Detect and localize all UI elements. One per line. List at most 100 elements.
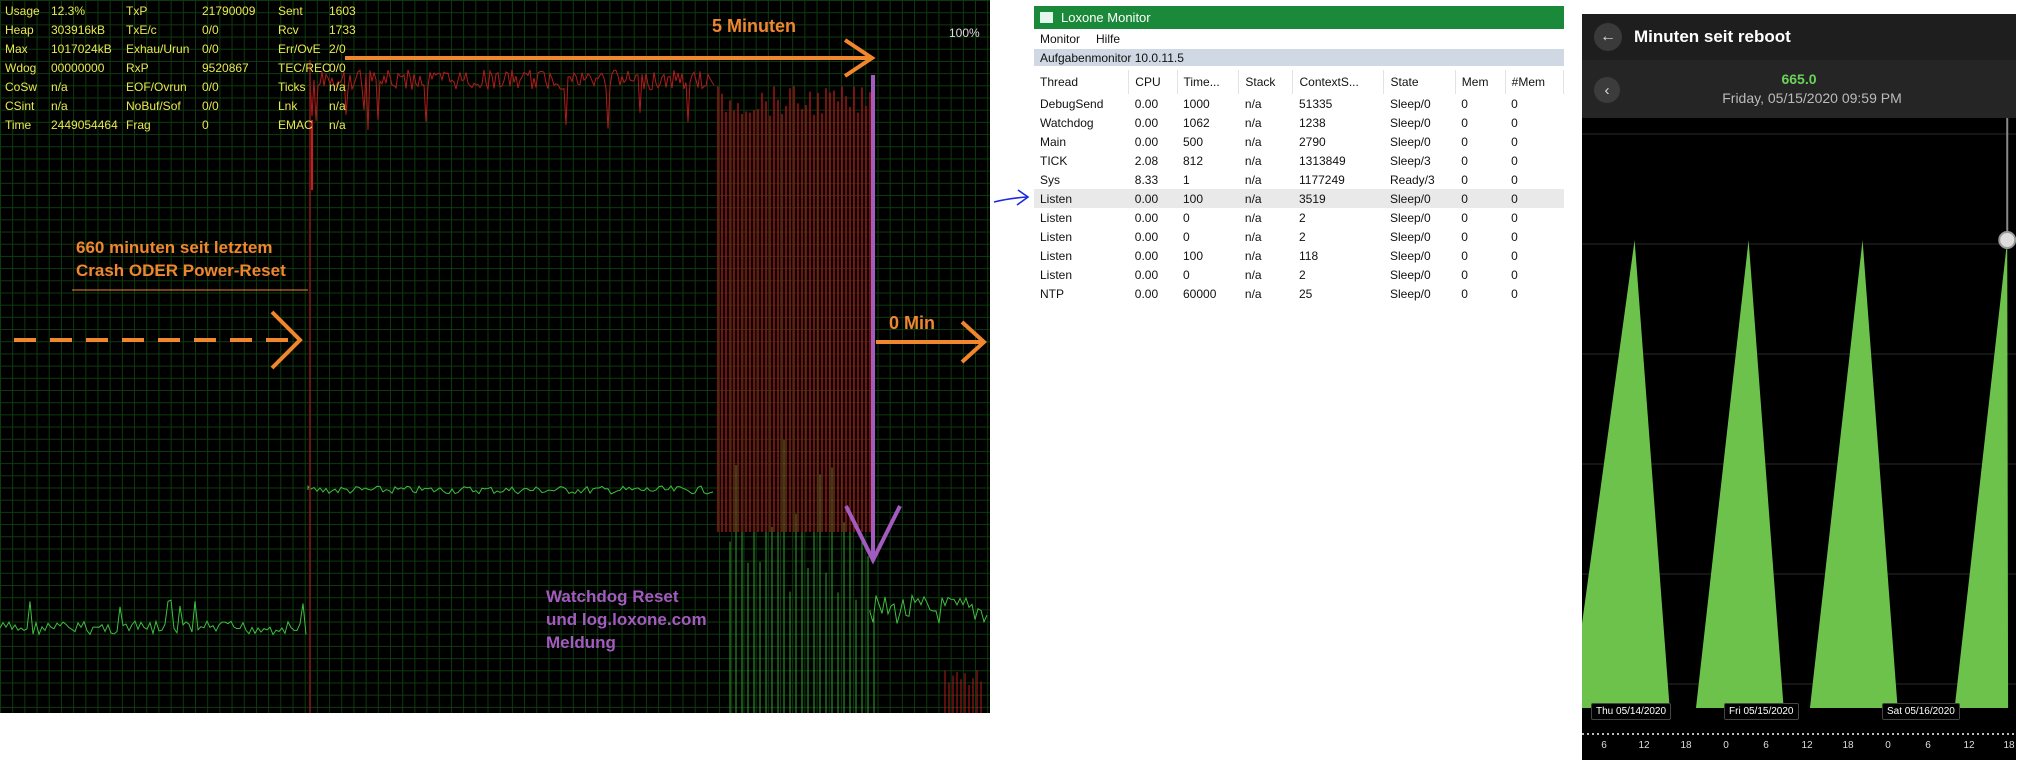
table-cell: n/a (1244, 153, 1262, 168)
x-tick-label: 12 (1801, 740, 1813, 751)
table-row[interactable]: Listen 0.00 0 n/a 2 Sleep/0 0 0 (1034, 265, 1564, 284)
table-cell: Sleep/0 (1389, 115, 1431, 130)
window-titlebar: Loxone Monitor (1034, 6, 1564, 29)
stat-cell: CSint (5, 99, 35, 113)
table-row[interactable]: NTP 0.00 60000 n/a 25 Sleep/0 0 0 (1034, 284, 1564, 303)
column-header[interactable]: Stack (1238, 70, 1294, 94)
stat-cell: n/a (329, 80, 346, 94)
table-cell: 1 (1183, 172, 1190, 187)
table-cell: Sleep/0 (1389, 229, 1431, 244)
cursor-point[interactable] (1998, 231, 2016, 249)
table-row[interactable]: Listen 0.00 100 n/a 118 Sleep/0 0 0 (1034, 246, 1564, 265)
column-header[interactable]: CPU (1128, 70, 1178, 94)
table-cell: Sleep/0 (1389, 134, 1431, 149)
x-tick-label: 18 (1842, 740, 1854, 751)
annotation-five-min: 5 Minuten (712, 16, 796, 36)
table-cell: Sleep/0 (1389, 248, 1431, 263)
stat-cell: TEC/REC (278, 61, 331, 75)
table-row[interactable]: Main 0.00 500 n/a 2790 Sleep/0 0 0 (1034, 132, 1564, 151)
column-header[interactable]: Time... (1177, 70, 1240, 94)
table-cell: 118 (1298, 248, 1319, 263)
stat-cell: CoSw (5, 80, 38, 94)
menu-item-hilfe[interactable]: Hilfe (1096, 32, 1120, 46)
table-cell: 500 (1183, 134, 1204, 149)
table-row[interactable]: Listen 0.00 0 n/a 2 Sleep/0 0 0 (1034, 208, 1564, 227)
x-tick-label: 18 (2003, 740, 2015, 751)
table-cell: 0 (1183, 267, 1190, 282)
table-cell: 0 (1511, 153, 1518, 168)
table-cell: 0.00 (1134, 115, 1159, 130)
table-cell: 0 (1511, 229, 1518, 244)
stat-cell: n/a (51, 80, 68, 94)
menu-bar: Monitor Hilfe (1034, 29, 1564, 49)
series-area (1582, 240, 2009, 708)
window-title: Loxone Monitor (1061, 10, 1151, 25)
stat-cell: 0/0 (202, 23, 219, 37)
table-cell: 0.00 (1134, 210, 1159, 225)
table-row[interactable]: Sys 8.33 1 n/a 1177249 Ready/3 0 0 (1034, 170, 1564, 189)
table-cell: 2 (1298, 229, 1306, 244)
annotation-crash-line1: 660 minuten seit letztem (76, 238, 273, 257)
table-cell: 2.08 (1134, 153, 1159, 168)
phone-chart-panel: ← Minuten seit reboot ‹ 665.0 Friday, 05… (1582, 14, 2016, 760)
stat-cell: 1733 (329, 23, 356, 37)
window-app-icon (1040, 12, 1053, 23)
menu-item-monitor[interactable]: Monitor (1040, 32, 1080, 46)
table-cell: 0 (1511, 96, 1518, 111)
column-header[interactable]: Thread (1034, 70, 1130, 94)
table-cell: Sleep/0 (1389, 96, 1431, 111)
stat-cell: 0/0 (329, 61, 346, 75)
table-cell: 1062 (1183, 115, 1210, 130)
table-cell: 0.00 (1134, 286, 1159, 301)
table-row[interactable]: Watchdog 0.00 1062 n/a 1238 Sleep/0 0 0 (1034, 113, 1564, 132)
column-header[interactable]: State (1383, 70, 1456, 94)
table-cell: 0 (1511, 134, 1518, 149)
stat-cell: 21790009 (202, 4, 256, 18)
stat-cell: n/a (51, 99, 68, 113)
zoom-percent: 100% (949, 26, 980, 40)
date-label-fri: Fri 05/15/2020 (1724, 703, 1799, 720)
table-cell: 0.00 (1128, 189, 1177, 208)
column-header[interactable]: #Mem (1505, 70, 1565, 94)
column-header[interactable]: ContextS... (1292, 70, 1385, 94)
sawtooth-chart[interactable] (1582, 14, 2016, 760)
stat-cell: 00000000 (51, 61, 105, 75)
red-trace-top (309, 69, 715, 130)
table-cell: n/a (1244, 248, 1262, 263)
table-cell: 0 (1183, 229, 1190, 244)
green-trace-right (869, 593, 988, 624)
table-cell: 0 (1511, 248, 1518, 263)
table-cell: 0 (1511, 210, 1518, 225)
table-cell: 0.00 (1134, 96, 1159, 111)
table-cell: 0 (1461, 172, 1468, 187)
stat-cell: Frag (126, 118, 151, 132)
stat-cell: EMAC (278, 118, 313, 132)
table-cell: Sleep/0 (1389, 267, 1431, 282)
stat-cell: 0/0 (202, 80, 219, 94)
table-cell: 0 (1461, 248, 1468, 263)
table-row[interactable]: DebugSend 0.00 1000 n/a 51335 Sleep/0 0 0 (1034, 94, 1564, 113)
stat-cell: Usage (5, 4, 40, 18)
stat-cell: EOF/Ovrun (126, 80, 187, 94)
stat-cell: 0 (202, 118, 209, 132)
table-cell: 0.00 (1134, 229, 1159, 244)
table-row[interactable]: Listen 0.00 0 n/a 2 Sleep/0 0 0 (1034, 227, 1564, 246)
monitor-graph-panel: Usage 12.3% TxP 21790009 Sent 1603 Heap 303916k… (0, 0, 990, 713)
table-cell: n/a (1244, 134, 1262, 149)
stat-cell: 0/0 (202, 99, 219, 113)
table-cell: 0.00 (1134, 248, 1159, 263)
x-tick-label: 12 (1638, 740, 1650, 751)
loxone-monitor-window: Loxone Monitor Monitor Hilfe Aufgabenmon… (1034, 6, 1565, 306)
table-cell: 0 (1505, 189, 1564, 208)
annotation-watchdog-line3: Meldung (546, 633, 616, 652)
table-row[interactable]: TICK 2.08 812 n/a 1313849 Sleep/3 0 0 (1034, 151, 1564, 170)
table-cell: Listen (1040, 229, 1073, 244)
table-cell: 0 (1511, 115, 1518, 130)
annotation-crash-line2: Crash ODER Power-Reset (76, 261, 286, 280)
stat-cell: TxP (126, 4, 148, 18)
table-cell: n/a (1244, 172, 1262, 187)
stat-cell: n/a (329, 99, 346, 113)
table-cell: Sleep/0 (1389, 210, 1431, 225)
table-row[interactable]: Listen 0.00 100 n/a 3519 Sleep/0 0 0 (1034, 189, 1564, 208)
column-header[interactable]: Mem (1455, 70, 1506, 94)
